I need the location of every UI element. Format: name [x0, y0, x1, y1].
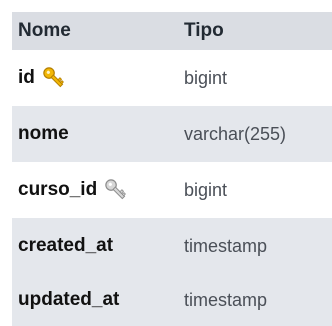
column-name-cell: created_at — [12, 235, 180, 257]
header-type[interactable]: Tipo — [180, 20, 332, 42]
column-name: nome — [18, 123, 69, 144]
table-row: created_at timestamp — [12, 218, 332, 274]
column-type-cell: timestamp — [180, 236, 332, 257]
primary-key-icon — [41, 65, 67, 91]
column-name-cell: id — [12, 65, 180, 91]
column-type-cell: bigint — [180, 180, 332, 201]
header-name[interactable]: Nome — [12, 20, 180, 42]
column-type-cell: bigint — [180, 68, 332, 89]
column-type: bigint — [184, 179, 228, 200]
column-name: curso_id — [18, 179, 98, 200]
column-name-cell: nome — [12, 123, 180, 145]
column-name-cell: curso_id — [12, 177, 180, 203]
column-name: created_at — [18, 235, 114, 256]
column-name: updated_at — [18, 289, 120, 310]
column-type: varchar(255) — [184, 123, 287, 144]
table-row: nome varchar(255) — [12, 106, 332, 162]
column-name-cell: updated_at — [12, 289, 180, 311]
table-row: updated_at timestamp — [12, 274, 332, 326]
column-type: timestamp — [184, 289, 268, 310]
column-type-cell: timestamp — [180, 290, 332, 311]
column-type-cell: varchar(255) — [180, 124, 332, 145]
foreign-key-icon — [103, 177, 129, 203]
column-type: timestamp — [184, 235, 268, 256]
column-type: bigint — [184, 67, 228, 88]
table-row: curso_id bigint — [12, 162, 332, 218]
table-header: Nome Tipo — [12, 12, 332, 50]
columns-table: Nome Tipo id bigint nome varchar(255) cu… — [12, 12, 332, 326]
table-row: id bigint — [12, 50, 332, 106]
column-name: id — [18, 67, 35, 88]
